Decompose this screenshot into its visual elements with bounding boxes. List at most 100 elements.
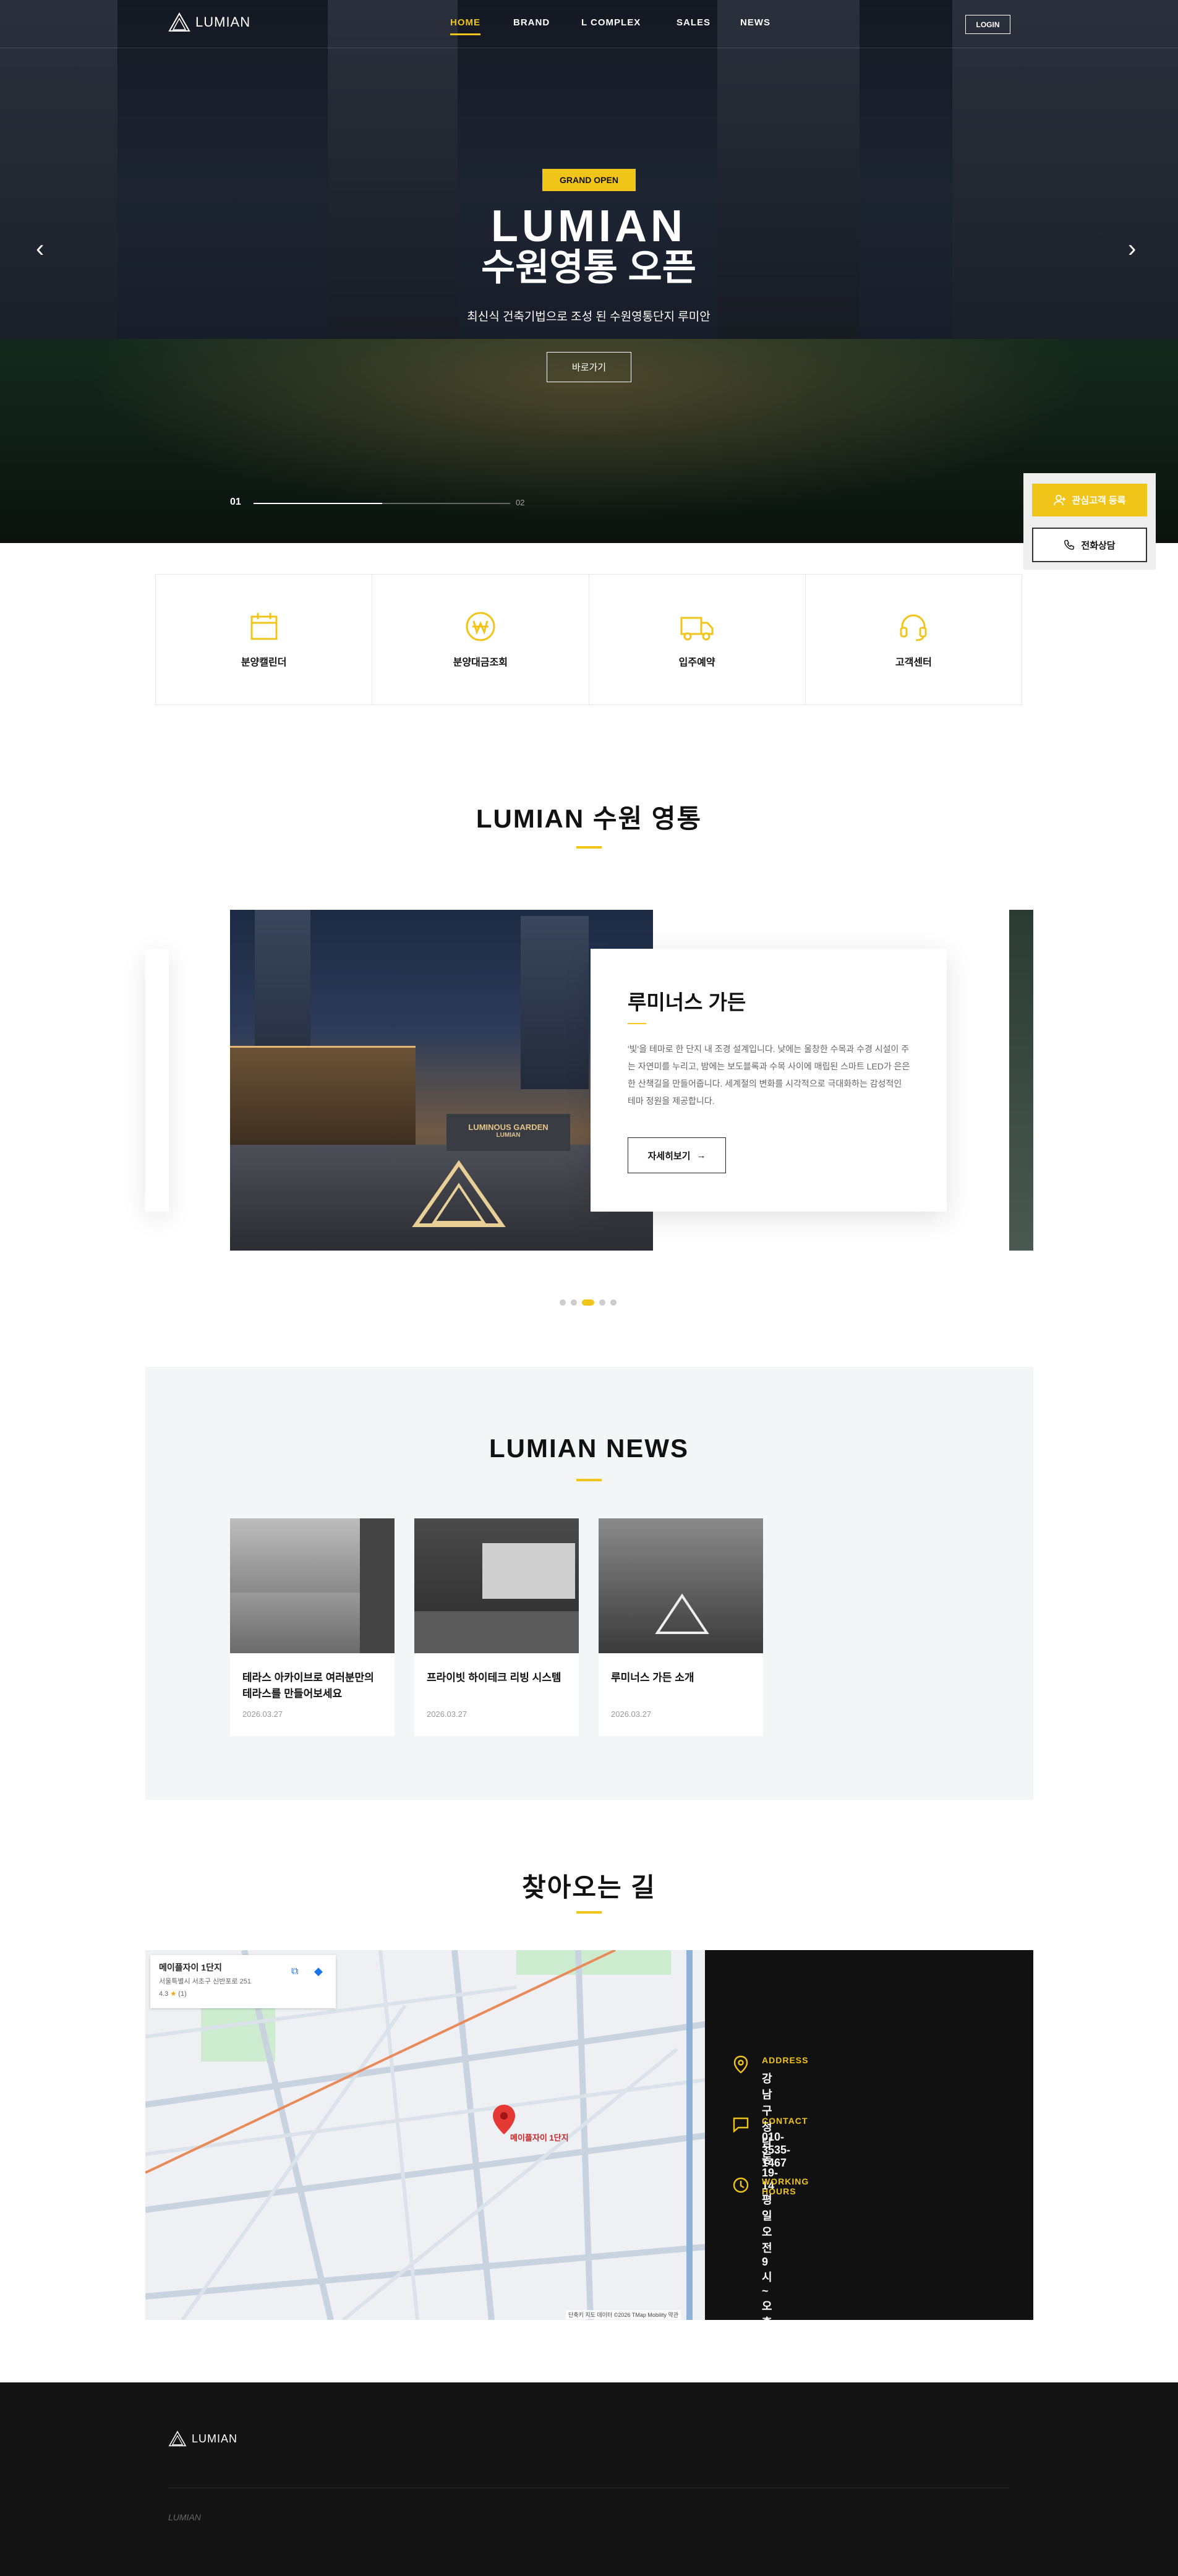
news-image xyxy=(599,1518,763,1653)
slider-dots xyxy=(560,1299,617,1306)
quick-item-label: 고객센터 xyxy=(895,657,932,668)
nav-sales[interactable]: SALES xyxy=(676,17,711,28)
map-footer: 단축키 지도 데이터 ©2026 TMap Mobility 약관 xyxy=(566,2310,681,2319)
news-card-date: 2026.03.27 xyxy=(242,1709,283,1719)
hours-row: WORKING HOURS 평일 오전 9시 ~ 오후 6시 xyxy=(732,2176,808,2358)
address-label: ADDRESS xyxy=(762,2055,809,2065)
news-card-date: 2026.03.27 xyxy=(427,1709,467,1719)
directions-icon[interactable]: ◆ xyxy=(314,1965,323,1978)
address-row: ADDRESS 강남구 청담동 19-14 xyxy=(732,2055,808,2192)
quick-item-label: 분양캘린더 xyxy=(241,657,287,668)
chat-icon xyxy=(733,2117,749,2133)
phone-consult-label: 전화상담 xyxy=(1081,540,1116,551)
news-card[interactable]: 테라스 아카이브로 여러분만의 테라스를 만들어보세요 2026.03.27 xyxy=(230,1518,395,1736)
hero-description: 최신식 건축기법으로 조성 된 수원영통단지 루미안 xyxy=(467,310,711,323)
logo-icon xyxy=(168,12,190,32)
user-plus-icon xyxy=(1053,494,1065,505)
quick-menu: 분양캘린더 분양대금조회 입주예약 고객센터 xyxy=(155,574,1022,705)
hero-go-button[interactable]: 바로가기 xyxy=(547,352,631,382)
star-icon: ★ xyxy=(170,1990,177,1998)
location-title: 찾아오는 길 xyxy=(522,1873,656,1902)
location-title-underline xyxy=(576,1911,602,1914)
phone-consult-button[interactable]: 전화상담 xyxy=(1032,528,1147,562)
slide-prev-icon[interactable]: ‹ xyxy=(36,235,44,263)
slide-progress-fill xyxy=(254,503,382,504)
location-info-panel: ADDRESS 강남구 청담동 19-14 CONTACT 010-3535-1… xyxy=(705,1950,1033,2358)
prev-slide-card xyxy=(145,949,169,1212)
won-icon xyxy=(466,612,495,641)
quick-item-payment[interactable]: 분양대금조회 xyxy=(372,575,589,704)
quick-item-calendar[interactable]: 분양캘린더 xyxy=(156,575,373,704)
nav-home[interactable]: HOME xyxy=(450,17,480,35)
card-description: '빛'을 테마로 한 단지 내 조경 설계입니다. 낮에는 울창한 수목과 수경… xyxy=(628,1044,910,1106)
headset-icon xyxy=(900,614,927,641)
clock-icon xyxy=(733,2177,749,2193)
news-card[interactable]: 프라이빗 하이테크 리빙 시스템 2026.03.27 xyxy=(414,1518,579,1736)
news-card-title: 루미너스 가든 소개 xyxy=(611,1672,694,1684)
news-card[interactable]: 루미너스 가든 소개 2026.03.27 xyxy=(599,1518,763,1736)
phone-icon xyxy=(1064,540,1075,550)
footer-copyright: LUMIAN xyxy=(168,2512,201,2522)
contact-value[interactable]: 010-3535-1467 xyxy=(762,2131,790,2170)
news-image xyxy=(414,1518,579,1653)
news-title-underline xyxy=(576,1479,602,1481)
slider-dot-active[interactable] xyxy=(582,1299,594,1306)
map-place-card[interactable]: 메이플자이 1단지 서울특별시 서초구 신반포로 251 4.3 ★ (1) ⧉… xyxy=(150,1955,336,2008)
news-title: LUMIAN NEWS xyxy=(489,1434,689,1463)
slide-total: 02 xyxy=(516,498,525,507)
detail-button-label: 자세히보기 xyxy=(647,1150,691,1162)
interest-register-button[interactable]: 관심고객 등록 xyxy=(1032,484,1147,516)
footer-logo[interactable]: LUMIAN xyxy=(168,2431,237,2447)
map[interactable]: 메이플자이 1단지 서울특별시 서초구 신반포로 251 4.3 ★ (1) ⧉… xyxy=(145,1950,705,2320)
logo-icon xyxy=(168,2431,187,2447)
garden-sign-subtext: LUMIAN xyxy=(496,1132,521,1139)
logo[interactable]: LUMIAN xyxy=(168,12,250,32)
truck-icon xyxy=(680,617,714,641)
hero-section: LUMIAN HOME BRAND L COMPLEX SALES NEWS L… xyxy=(0,0,1178,543)
map-rating: 4.3 xyxy=(159,1990,169,1998)
quick-item-move-in[interactable]: 입주예약 xyxy=(589,575,806,704)
intro-title-underline xyxy=(576,846,602,849)
footer: LUMIAN LUMIAN xyxy=(0,2382,1178,2576)
news-card-date: 2026.03.27 xyxy=(611,1709,652,1719)
slider-dot[interactable] xyxy=(610,1299,617,1306)
calendar-icon xyxy=(250,613,278,640)
map-place-name: 메이플자이 1단지 xyxy=(159,1962,222,1972)
top-nav: LUMIAN HOME BRAND L COMPLEX SALES NEWS L… xyxy=(0,0,1178,48)
news-image xyxy=(230,1518,395,1653)
slide-next-icon[interactable]: › xyxy=(1128,235,1136,263)
next-slide-image xyxy=(1009,910,1033,1251)
news-card-title: 테라스 아카이브로 여러분만의 테라스를 만들어보세요 xyxy=(242,1672,374,1700)
quick-item-support[interactable]: 고객센터 xyxy=(806,575,1022,704)
garden-sign-text: LUMINOUS GARDEN xyxy=(468,1123,548,1132)
grand-open-badge: GRAND OPEN xyxy=(542,169,636,191)
card-title-underline xyxy=(628,1023,646,1024)
nav-l-complex[interactable]: L COMPLEX xyxy=(581,17,641,28)
map-review-count: (1) xyxy=(178,1990,187,1998)
nav-news[interactable]: NEWS xyxy=(740,17,770,28)
footer-logo-text: LUMIAN xyxy=(192,2432,238,2445)
intro-title: LUMIAN 수원 영통 xyxy=(476,804,702,833)
arrow-right-icon: → xyxy=(696,1150,706,1161)
hours-value: 평일 오전 9시 ~ 오후 6시 xyxy=(762,2194,772,2358)
pin-icon xyxy=(733,2055,748,2074)
slide-current: 01 xyxy=(230,497,241,507)
quick-item-label: 분양대금조회 xyxy=(453,657,508,668)
interest-register-label: 관심고객 등록 xyxy=(1072,495,1126,506)
nav-brand[interactable]: BRAND xyxy=(513,17,550,28)
slider-dot[interactable] xyxy=(599,1299,605,1306)
contact-label: CONTACT xyxy=(762,2116,808,2126)
login-button[interactable]: LOGIN xyxy=(965,15,1010,34)
hero-title: LUMIAN xyxy=(491,202,686,251)
open-map-icon[interactable]: ⧉ xyxy=(291,1966,298,1977)
map-place-address: 서울특별시 서초구 신반포로 251 xyxy=(159,1978,251,1985)
contact-row: CONTACT 010-3535-1467 xyxy=(732,2116,807,2169)
detail-button[interactable]: 자세히보기 → xyxy=(628,1137,726,1173)
quick-item-label: 입주예약 xyxy=(678,657,715,668)
slider-dot[interactable] xyxy=(560,1299,566,1306)
slider-dot[interactable] xyxy=(571,1299,577,1306)
luminous-garden-image: LUMINOUS GARDEN LUMIAN xyxy=(230,910,653,1251)
news-card-title: 프라이빗 하이테크 리빙 시스템 xyxy=(427,1672,561,1684)
logo-text: LUMIAN xyxy=(195,14,251,30)
hero-subtitle: 수원영통 오픈 xyxy=(481,247,696,288)
